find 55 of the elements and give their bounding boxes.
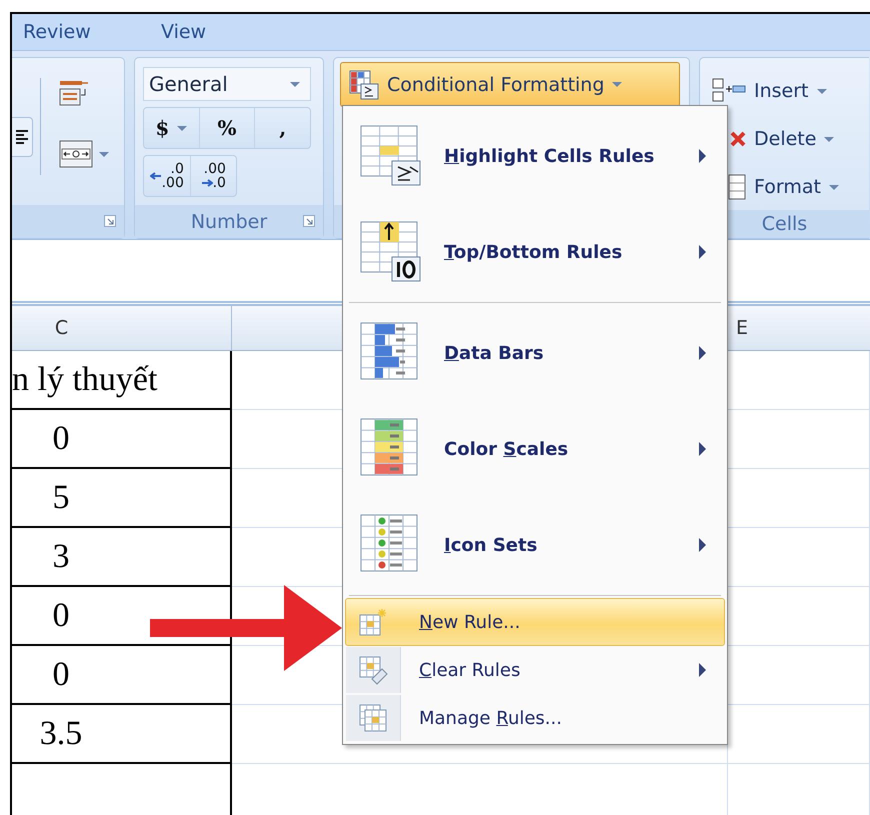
submenu-arrow-icon (699, 663, 706, 677)
menu-item[interactable]: Top/Bottom Rules (345, 204, 725, 300)
dropdown-caret-icon (828, 184, 839, 190)
dropdown-caret-icon (824, 136, 834, 142)
number-format-button[interactable]: % (200, 108, 256, 148)
merge-center-icon[interactable] (59, 140, 93, 168)
table-cell: 3.5 (12, 705, 232, 764)
manage-rules-icon (358, 703, 388, 733)
submenu-arrow-icon (699, 245, 706, 259)
menu-item[interactable]: Manage Rules... (345, 694, 725, 742)
dropdown-caret-icon (177, 126, 188, 130)
menu-item[interactable]: Clear Rules (345, 646, 725, 694)
ribbon-tab[interactable]: Review (22, 18, 160, 46)
dropdown-caret-icon (99, 152, 109, 156)
dropdown-caret-icon (290, 82, 300, 86)
dialog-launcher-icon[interactable] (104, 215, 116, 227)
number-format-dropdown[interactable]: General (143, 67, 311, 101)
dropdown-caret-icon (816, 88, 826, 94)
menu-item[interactable]: Color Scales (345, 401, 725, 497)
conditional-formatting-button[interactable]: Conditional Formatting (340, 62, 680, 107)
group-label: Number (190, 210, 268, 232)
top-bottom-rules-icon (360, 221, 422, 283)
menu-item[interactable]: New Rule... (345, 598, 725, 646)
submenu-arrow-icon (699, 346, 706, 360)
submenu-arrow-icon (699, 149, 706, 163)
align-icon (16, 130, 28, 144)
column-header[interactable]: C (12, 306, 232, 350)
dropdown-caret-icon (612, 82, 622, 87)
table-cell: 0 (12, 410, 232, 469)
submenu-arrow-icon (699, 538, 706, 552)
table-cell: n lý thuyết (12, 351, 232, 410)
arrow-right-icon (200, 178, 213, 188)
increase-decimal-button[interactable]: .0 .00 (144, 156, 190, 196)
group-label: Cells (762, 213, 808, 235)
number-format-button[interactable]: $ (144, 108, 200, 148)
dialog-launcher-icon[interactable] (303, 215, 315, 227)
submenu-arrow-icon (699, 442, 706, 456)
menu-item[interactable]: Highlight Cells Rules (345, 108, 725, 204)
decrease-decimal-button[interactable]: .00 .0 (190, 156, 236, 196)
eraser-icon (358, 655, 388, 685)
arrow-left-icon (150, 171, 162, 181)
conditional-format-icon (349, 70, 379, 100)
table-cell: 3 (12, 528, 232, 587)
menu-item[interactable]: Icon Sets (345, 497, 725, 593)
menu-item[interactable]: Data Bars (345, 305, 725, 401)
highlight-rules-icon (360, 125, 422, 187)
number-format-button[interactable]: , (255, 108, 310, 148)
align-button[interactable] (12, 116, 33, 156)
new-rule-icon (358, 607, 388, 637)
table-cell: 0 (12, 646, 232, 705)
delete-icon (730, 131, 746, 147)
column-header[interactable]: E (728, 306, 870, 350)
table-cell: 5 (12, 469, 232, 528)
ribbon-tab[interactable]: View (160, 18, 298, 46)
wrap-text-icon[interactable] (59, 78, 89, 108)
